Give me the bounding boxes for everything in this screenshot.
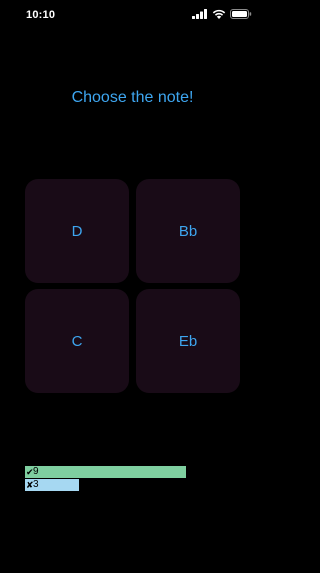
note-button-bb[interactable]: Bb [136,179,240,283]
correct-score-row: ✔ 9 [25,466,240,478]
note-label: D [71,222,83,240]
correct-score-label: ✔ 9 [25,466,39,478]
note-button-c[interactable]: C [25,289,129,393]
correct-count: 9 [33,466,39,477]
note-label: C [71,332,83,350]
note-button-eb[interactable]: Eb [136,289,240,393]
note-label: Eb [178,332,198,350]
correct-score-bar [25,466,186,478]
status-bar: 10:10 [0,0,265,30]
status-icons [192,9,252,20]
wrong-score-row: ✘ 3 [25,479,240,491]
battery-icon [230,6,252,24]
wifi-icon [212,6,226,24]
note-button-d[interactable]: D [25,179,129,283]
cross-icon: ✘ [26,480,34,490]
note-label: Bb [178,222,198,240]
wrong-score-label: ✘ 3 [25,479,39,491]
signal-icon [192,6,208,24]
wrong-count: 3 [33,479,39,490]
prompt-title: Choose the note! [71,89,194,106]
checkmark-icon: ✔ [26,467,34,477]
status-time: 10:10 [26,9,56,21]
